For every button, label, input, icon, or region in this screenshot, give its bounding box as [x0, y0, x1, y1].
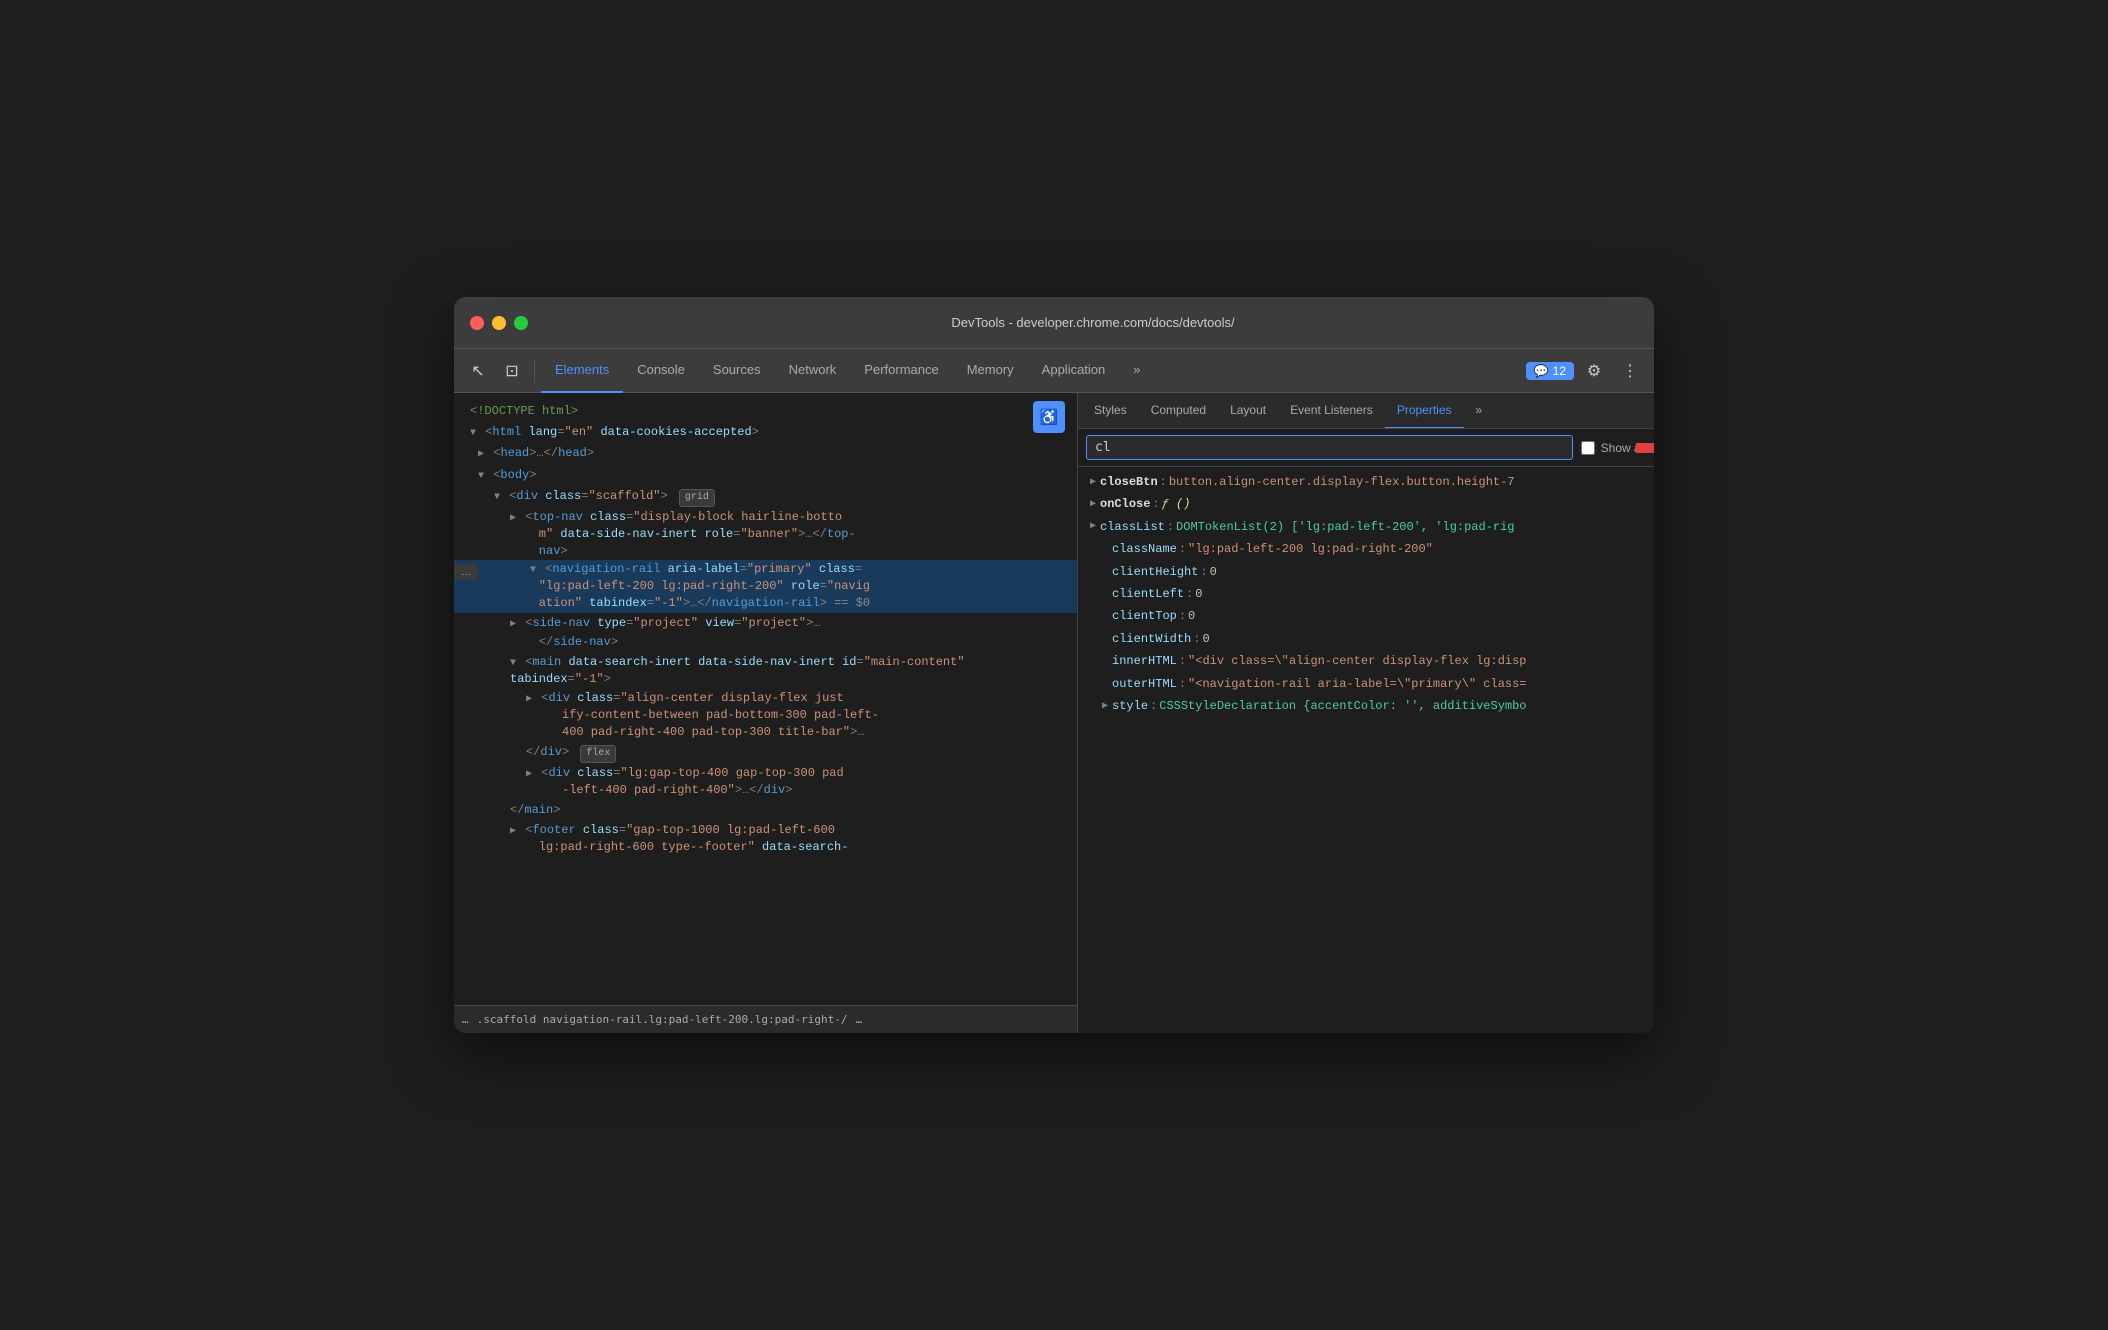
main-toolbar: ↖ ⊡ Elements Console Sources Network Per… — [454, 349, 1654, 393]
dom-line-footer[interactable]: ▶ <footer class="gap-top-1000 lg:pad-lef… — [454, 821, 1077, 857]
expand-triangle: ▶ — [1090, 474, 1096, 491]
tab-memory[interactable]: Memory — [953, 349, 1028, 393]
settings-button[interactable]: ⚙ — [1578, 355, 1610, 387]
status-dots: … — [462, 1013, 469, 1026]
minimize-button[interactable] — [492, 316, 506, 330]
dom-panel: ♿ <!DOCTYPE html> ▼ <html lang="en" data… — [454, 393, 1078, 1033]
chat-count: 12 — [1553, 364, 1566, 378]
grid-badge: grid — [679, 489, 715, 507]
expand-arrow: ▼ — [494, 492, 500, 503]
dom-line-closemain[interactable]: </main> — [454, 800, 1077, 821]
dom-line-topnav[interactable]: ▶ <top-nav class="display-block hairline… — [454, 508, 1077, 561]
tab-more[interactable]: » — [1119, 349, 1154, 393]
tab-performance[interactable]: Performance — [850, 349, 952, 393]
dom-line-html[interactable]: ▼ <html lang="en" data-cookies-accepted> — [454, 422, 1077, 443]
dom-line-body[interactable]: ▼ <body> — [454, 465, 1077, 486]
devtools-window: DevTools - developer.chrome.com/docs/dev… — [454, 297, 1654, 1033]
subtab-properties[interactable]: Properties — [1385, 393, 1464, 429]
dom-line-navrail[interactable]: … ▼ <navigation-rail aria-label="primary… — [454, 560, 1077, 613]
doctype-text: <!DOCTYPE html> — [470, 404, 578, 418]
subtab-layout[interactable]: Layout — [1218, 393, 1278, 429]
subtab-computed[interactable]: Computed — [1139, 393, 1218, 429]
main-area: ♿ <!DOCTYPE html> ▼ <html lang="en" data… — [454, 393, 1654, 1033]
expand-triangle: ▶ — [1090, 518, 1096, 535]
prop-innerHTML[interactable]: ▶ innerHTML : "<div class=\"align-center… — [1078, 650, 1654, 672]
accessibility-button[interactable]: ♿ — [1033, 401, 1065, 433]
prop-clientHeight[interactable]: ▶ clientHeight : 0 — [1078, 561, 1654, 583]
red-arrow-indicator — [1636, 434, 1654, 462]
device-toolbar-button[interactable]: ⊡ — [496, 355, 528, 387]
subtab-styles[interactable]: Styles — [1082, 393, 1139, 429]
dom-line-closediv[interactable]: </div> flex — [454, 742, 1077, 764]
toolbar-divider — [534, 359, 535, 383]
expand-arrow: ▶ — [526, 694, 532, 705]
tab-elements[interactable]: Elements — [541, 349, 623, 393]
prop-classList[interactable]: ▶ classList : DOMTokenList(2) ['lg:pad-l… — [1078, 516, 1654, 538]
chat-badge[interactable]: 💬 12 — [1526, 362, 1574, 380]
dom-line-sidenav[interactable]: ▶ <side-nav type="project" view="project… — [454, 613, 1077, 653]
accessibility-icon-wrap: ♿ — [1033, 401, 1065, 433]
overflow-menu-button[interactable]: ⋮ — [1614, 355, 1646, 387]
expand-arrow: ▼ — [510, 658, 516, 669]
tab-application[interactable]: Application — [1028, 349, 1120, 393]
filter-area: Show all — [1078, 429, 1654, 467]
expand-triangle: ▶ — [1102, 698, 1108, 715]
prop-onClose[interactable]: ▶ onClose : ƒ () — [1078, 493, 1654, 515]
dom-line-titlebar-div[interactable]: ▶ <div class="align-center display-flex … — [454, 689, 1077, 742]
dom-line-main[interactable]: ▼ <main data-search-inert data-side-nav-… — [454, 653, 1077, 689]
sub-tabs: Styles Computed Layout Event Listeners P… — [1078, 393, 1654, 429]
maximize-button[interactable] — [514, 316, 528, 330]
window-title: DevTools - developer.chrome.com/docs/dev… — [548, 315, 1638, 330]
prop-outerHTML[interactable]: ▶ outerHTML : "<navigation-rail aria-lab… — [1078, 673, 1654, 695]
expand-arrow: ▶ — [478, 449, 484, 460]
show-all-checkbox[interactable] — [1581, 441, 1595, 455]
status-bar: … .scaffold navigation-rail.lg:pad-left-… — [454, 1005, 1077, 1033]
breadcrumb: .scaffold navigation-rail.lg:pad-left-20… — [477, 1013, 848, 1026]
expand-arrow: ▼ — [470, 428, 476, 439]
tab-console[interactable]: Console — [623, 349, 699, 393]
prop-clientWidth[interactable]: ▶ clientWidth : 0 — [1078, 628, 1654, 650]
prop-style[interactable]: ▶ style : CSSStyleDeclaration {accentCol… — [1078, 695, 1654, 717]
expand-arrow: ▶ — [510, 826, 516, 837]
prop-clientLeft[interactable]: ▶ clientLeft : 0 — [1078, 583, 1654, 605]
dom-line-head[interactable]: ▶ <head>…</head> — [454, 443, 1077, 464]
prop-clientTop[interactable]: ▶ clientTop : 0 — [1078, 605, 1654, 627]
close-button[interactable] — [470, 316, 484, 330]
dom-line-maindiv[interactable]: ▶ <div class="lg:gap-top-400 gap-top-300… — [454, 764, 1077, 800]
cursor-icon-button[interactable]: ↖ — [462, 355, 494, 387]
red-arrow-icon — [1636, 434, 1654, 462]
properties-panel: Styles Computed Layout Event Listeners P… — [1078, 393, 1654, 1033]
dom-tree[interactable]: <!DOCTYPE html> ▼ <html lang="en" data-c… — [454, 393, 1077, 1005]
chat-icon: 💬 — [1534, 364, 1549, 378]
filter-bar: Show all — [1078, 429, 1654, 467]
dom-line-doctype[interactable]: <!DOCTYPE html> — [454, 401, 1077, 422]
prop-className[interactable]: ▶ className : "lg:pad-left-200 lg:pad-ri… — [1078, 538, 1654, 560]
subtab-more[interactable]: » — [1464, 393, 1495, 429]
prop-closeBtn[interactable]: ▶ closeBtn : button.align-center.display… — [1078, 471, 1654, 493]
tab-sources[interactable]: Sources — [699, 349, 775, 393]
tab-network[interactable]: Network — [775, 349, 851, 393]
expand-arrow: ▼ — [530, 565, 536, 576]
subtab-event-listeners[interactable]: Event Listeners — [1278, 393, 1385, 429]
breadcrumb-ellipsis: … — [856, 1013, 863, 1026]
expand-triangle: ▶ — [1090, 496, 1096, 513]
toolbar-right: 💬 12 ⚙ ⋮ — [1526, 355, 1646, 387]
traffic-lights — [470, 316, 528, 330]
expand-arrow: ▶ — [510, 513, 516, 524]
expand-arrow: ▶ — [510, 619, 516, 630]
expand-dots-button[interactable]: … — [454, 564, 478, 580]
dom-line-scaffold[interactable]: ▼ <div class="scaffold"> grid — [454, 486, 1077, 508]
flex-badge: flex — [580, 745, 616, 763]
expand-arrow: ▼ — [478, 471, 484, 482]
properties-filter-input[interactable] — [1086, 435, 1573, 460]
titlebar: DevTools - developer.chrome.com/docs/dev… — [454, 297, 1654, 349]
tab-bar: Elements Console Sources Network Perform… — [541, 349, 1155, 393]
expand-arrow: ▶ — [526, 769, 532, 780]
properties-list: ▶ closeBtn : button.align-center.display… — [1078, 467, 1654, 1033]
